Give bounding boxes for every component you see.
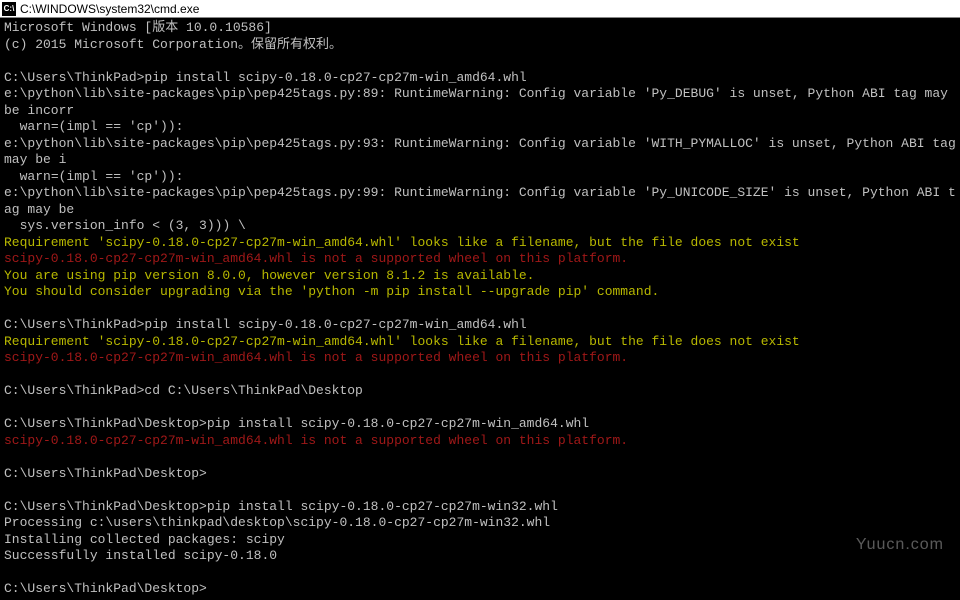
terminal-line — [4, 449, 956, 466]
terminal-line: C:\Users\ThinkPad>pip install scipy-0.18… — [4, 70, 956, 87]
window-title-bar[interactable]: C:\ C:\WINDOWS\system32\cmd.exe — [0, 0, 960, 18]
terminal-line: Microsoft Windows [版本 10.0.10586] — [4, 20, 956, 37]
terminal-line: You should consider upgrading via the 'p… — [4, 284, 956, 301]
terminal-line: Requirement 'scipy-0.18.0-cp27-cp27m-win… — [4, 235, 956, 252]
cmd-icon: C:\ — [2, 2, 16, 16]
terminal-line: Installing collected packages: scipy — [4, 532, 956, 549]
terminal-line: warn=(impl == 'cp')): — [4, 119, 956, 136]
terminal-line — [4, 53, 956, 70]
terminal-line: Successfully installed scipy-0.18.0 — [4, 548, 956, 565]
terminal-output[interactable]: Microsoft Windows [版本 10.0.10586](c) 201… — [0, 18, 960, 600]
terminal-line: C:\Users\ThinkPad\Desktop>pip install sc… — [4, 499, 956, 516]
terminal-line — [4, 301, 956, 318]
terminal-line: C:\Users\ThinkPad>cd C:\Users\ThinkPad\D… — [4, 383, 956, 400]
terminal-line: warn=(impl == 'cp')): — [4, 169, 956, 186]
terminal-line: C:\Users\ThinkPad>pip install scipy-0.18… — [4, 317, 956, 334]
terminal-line: (c) 2015 Microsoft Corporation。保留所有权利。 — [4, 37, 956, 54]
terminal-line: C:\Users\ThinkPad\Desktop>pip install sc… — [4, 416, 956, 433]
terminal-line — [4, 400, 956, 417]
terminal-line: Requirement 'scipy-0.18.0-cp27-cp27m-win… — [4, 334, 956, 351]
terminal-line: e:\python\lib\site-packages\pip\pep425ta… — [4, 136, 956, 169]
terminal-line: scipy-0.18.0-cp27-cp27m-win_amd64.whl is… — [4, 433, 956, 450]
watermark: Yuucn.com — [856, 536, 944, 554]
terminal-line: sys.version_info < (3, 3))) \ — [4, 218, 956, 235]
terminal-line: Processing c:\users\thinkpad\desktop\sci… — [4, 515, 956, 532]
window-title: C:\WINDOWS\system32\cmd.exe — [20, 2, 199, 16]
terminal-line: e:\python\lib\site-packages\pip\pep425ta… — [4, 86, 956, 119]
terminal-line — [4, 482, 956, 499]
terminal-line: scipy-0.18.0-cp27-cp27m-win_amd64.whl is… — [4, 350, 956, 367]
terminal-line: scipy-0.18.0-cp27-cp27m-win_amd64.whl is… — [4, 251, 956, 268]
terminal-line: e:\python\lib\site-packages\pip\pep425ta… — [4, 185, 956, 218]
terminal-line: C:\Users\ThinkPad\Desktop> — [4, 581, 956, 598]
terminal-line — [4, 565, 956, 582]
terminal-line: C:\Users\ThinkPad\Desktop> — [4, 466, 956, 483]
terminal-line: You are using pip version 8.0.0, however… — [4, 268, 956, 285]
terminal-line — [4, 367, 956, 384]
